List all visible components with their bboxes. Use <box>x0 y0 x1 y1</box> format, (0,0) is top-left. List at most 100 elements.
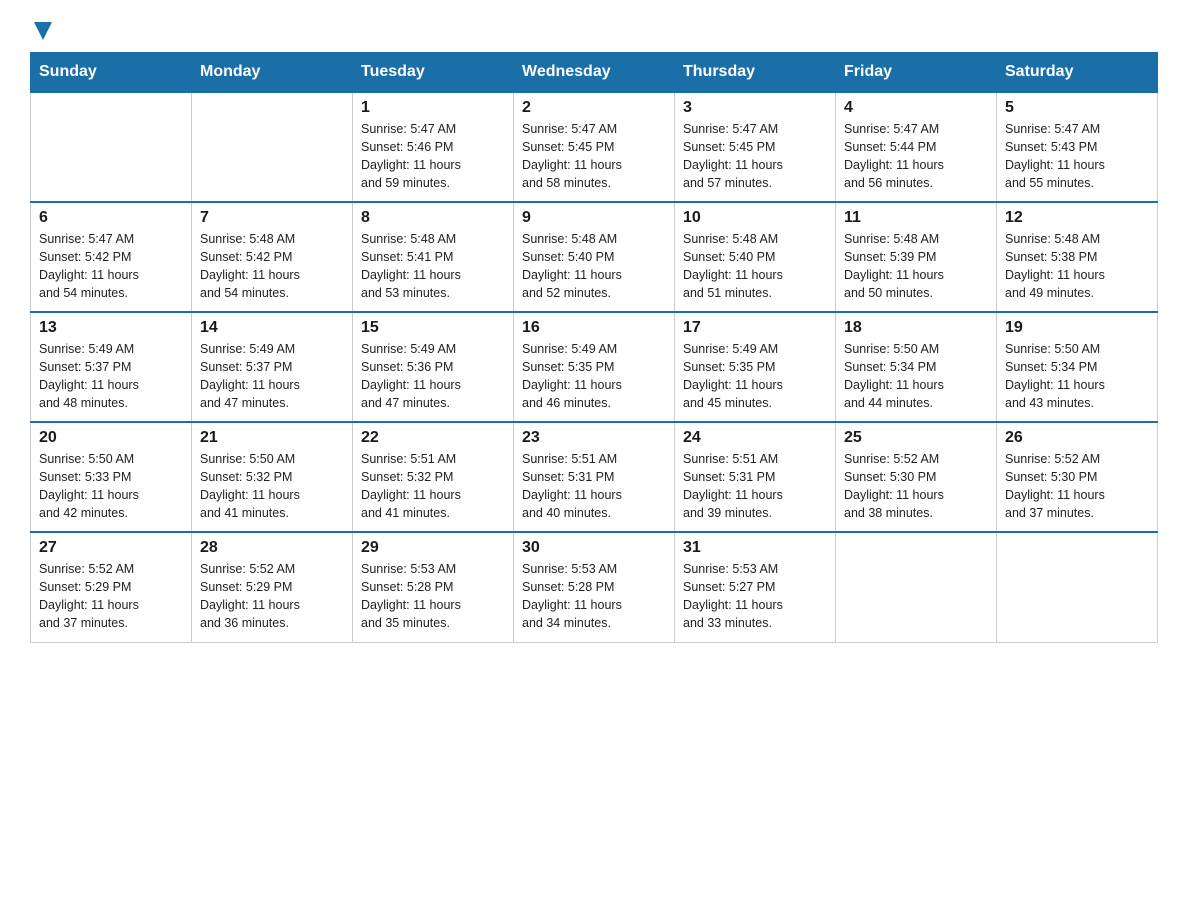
day-number: 15 <box>361 319 505 337</box>
day-number: 7 <box>200 209 344 227</box>
day-info: Sunrise: 5:50 AMSunset: 5:34 PMDaylight:… <box>1005 340 1149 413</box>
day-number: 14 <box>200 319 344 337</box>
day-number: 10 <box>683 209 827 227</box>
calendar-cell: 4Sunrise: 5:47 AMSunset: 5:44 PMDaylight… <box>836 92 997 202</box>
day-of-week-header: Monday <box>192 53 353 93</box>
logo <box>30 20 54 42</box>
day-info: Sunrise: 5:49 AMSunset: 5:37 PMDaylight:… <box>200 340 344 413</box>
day-info: Sunrise: 5:52 AMSunset: 5:29 PMDaylight:… <box>39 560 183 633</box>
day-info: Sunrise: 5:51 AMSunset: 5:31 PMDaylight:… <box>683 450 827 523</box>
day-info: Sunrise: 5:48 AMSunset: 5:41 PMDaylight:… <box>361 230 505 303</box>
day-number: 17 <box>683 319 827 337</box>
calendar-cell: 10 Sunrise: 5:48 AMSunset: 5:40 PMDayligh… <box>675 202 836 312</box>
calendar-cell: 12 Sunrise: 5:48 AMSunset: 5:38 PMDayligh… <box>997 202 1158 312</box>
day-info: Sunrise: 5:52 AMSunset: 5:30 PMDaylight:… <box>1005 450 1149 523</box>
calendar-cell: 27 Sunrise: 5:52 AMSunset: 5:29 PMDayligh… <box>31 532 192 642</box>
day-info: Sunrise: 5:48 AMSunset: 5:40 PMDaylight:… <box>683 230 827 303</box>
day-info: Sunrise: 5:52 AMSunset: 5:29 PMDaylight:… <box>200 560 344 633</box>
week-row: 6 Sunrise: 5:47 AMSunset: 5:42 PMDaylight… <box>31 202 1158 312</box>
calendar-cell: 29 Sunrise: 5:53 AMSunset: 5:28 PMDayligh… <box>353 532 514 642</box>
logo-arrow-icon <box>32 20 54 42</box>
day-info: Sunrise: 5:47 AMSunset: 5:42 PMDaylight:… <box>39 230 183 303</box>
day-number: 31 <box>683 539 827 557</box>
day-info: Sunrise: 5:49 AMSunset: 5:36 PMDaylight:… <box>361 340 505 413</box>
day-number: 21 <box>200 429 344 447</box>
calendar-cell: 15 Sunrise: 5:49 AMSunset: 5:36 PMDayligh… <box>353 312 514 422</box>
day-number: 25 <box>844 429 988 447</box>
day-info: Sunrise: 5:53 AMSunset: 5:28 PMDaylight:… <box>361 560 505 633</box>
calendar-cell: 21 Sunrise: 5:50 AMSunset: 5:32 PMDayligh… <box>192 422 353 532</box>
day-of-week-header: Saturday <box>997 53 1158 93</box>
day-number: 22 <box>361 429 505 447</box>
calendar-cell: 18 Sunrise: 5:50 AMSunset: 5:34 PMDayligh… <box>836 312 997 422</box>
day-info: Sunrise: 5:47 AMSunset: 5:43 PMDaylight:… <box>1005 120 1149 193</box>
day-number: 13 <box>39 319 183 337</box>
calendar-cell: 22Sunrise: 5:51 AMSunset: 5:32 PMDayligh… <box>353 422 514 532</box>
day-info: Sunrise: 5:48 AMSunset: 5:38 PMDaylight:… <box>1005 230 1149 303</box>
day-info: Sunrise: 5:49 AMSunset: 5:35 PMDaylight:… <box>683 340 827 413</box>
calendar-cell: 31 Sunrise: 5:53 AMSunset: 5:27 PMDayligh… <box>675 532 836 642</box>
day-number: 29 <box>361 539 505 557</box>
calendar-cell <box>836 532 997 642</box>
day-of-week-header: Friday <box>836 53 997 93</box>
week-row: 1 Sunrise: 5:47 AMSunset: 5:46 PMDaylight… <box>31 92 1158 202</box>
week-row: 27 Sunrise: 5:52 AMSunset: 5:29 PMDayligh… <box>31 532 1158 642</box>
day-number: 23 <box>522 429 666 447</box>
day-info: Sunrise: 5:47 AMSunset: 5:45 PMDaylight:… <box>683 120 827 193</box>
day-info: Sunrise: 5:51 AMSunset: 5:31 PMDaylight:… <box>522 450 666 523</box>
day-number: 8 <box>361 209 505 227</box>
day-info: Sunrise: 5:48 AMSunset: 5:42 PMDaylight:… <box>200 230 344 303</box>
day-number: 9 <box>522 209 666 227</box>
day-number: 4 <box>844 99 988 117</box>
day-number: 18 <box>844 319 988 337</box>
calendar-cell: 1 Sunrise: 5:47 AMSunset: 5:46 PMDaylight… <box>353 92 514 202</box>
calendar-cell: 24 Sunrise: 5:51 AMSunset: 5:31 PMDayligh… <box>675 422 836 532</box>
calendar-cell <box>192 92 353 202</box>
day-number: 27 <box>39 539 183 557</box>
calendar-cell: 11Sunrise: 5:48 AMSunset: 5:39 PMDayligh… <box>836 202 997 312</box>
calendar-cell <box>997 532 1158 642</box>
day-number: 16 <box>522 319 666 337</box>
day-info: Sunrise: 5:52 AMSunset: 5:30 PMDaylight:… <box>844 450 988 523</box>
day-info: Sunrise: 5:49 AMSunset: 5:37 PMDaylight:… <box>39 340 183 413</box>
day-number: 19 <box>1005 319 1149 337</box>
day-info: Sunrise: 5:48 AMSunset: 5:40 PMDaylight:… <box>522 230 666 303</box>
day-info: Sunrise: 5:48 AMSunset: 5:39 PMDaylight:… <box>844 230 988 303</box>
day-number: 12 <box>1005 209 1149 227</box>
calendar-cell: 9 Sunrise: 5:48 AMSunset: 5:40 PMDaylight… <box>514 202 675 312</box>
calendar-cell: 3 Sunrise: 5:47 AMSunset: 5:45 PMDaylight… <box>675 92 836 202</box>
day-number: 28 <box>200 539 344 557</box>
day-info: Sunrise: 5:49 AMSunset: 5:35 PMDaylight:… <box>522 340 666 413</box>
day-number: 26 <box>1005 429 1149 447</box>
calendar-cell: 14 Sunrise: 5:49 AMSunset: 5:37 PMDayligh… <box>192 312 353 422</box>
page-header <box>30 20 1158 42</box>
day-number: 3 <box>683 99 827 117</box>
day-info: Sunrise: 5:53 AMSunset: 5:27 PMDaylight:… <box>683 560 827 633</box>
calendar-cell: 17 Sunrise: 5:49 AMSunset: 5:35 PMDayligh… <box>675 312 836 422</box>
calendar-cell: 30Sunrise: 5:53 AMSunset: 5:28 PMDayligh… <box>514 532 675 642</box>
calendar-cell: 5Sunrise: 5:47 AMSunset: 5:43 PMDaylight… <box>997 92 1158 202</box>
day-number: 24 <box>683 429 827 447</box>
day-info: Sunrise: 5:50 AMSunset: 5:33 PMDaylight:… <box>39 450 183 523</box>
day-number: 1 <box>361 99 505 117</box>
day-info: Sunrise: 5:47 AMSunset: 5:46 PMDaylight:… <box>361 120 505 193</box>
calendar-cell: 19 Sunrise: 5:50 AMSunset: 5:34 PMDayligh… <box>997 312 1158 422</box>
day-of-week-header: Sunday <box>31 53 192 93</box>
calendar-cell <box>31 92 192 202</box>
day-info: Sunrise: 5:47 AMSunset: 5:45 PMDaylight:… <box>522 120 666 193</box>
calendar-cell: 26 Sunrise: 5:52 AMSunset: 5:30 PMDayligh… <box>997 422 1158 532</box>
day-number: 2 <box>522 99 666 117</box>
day-info: Sunrise: 5:53 AMSunset: 5:28 PMDaylight:… <box>522 560 666 633</box>
calendar-cell: 8 Sunrise: 5:48 AMSunset: 5:41 PMDaylight… <box>353 202 514 312</box>
day-number: 6 <box>39 209 183 227</box>
calendar-cell: 6 Sunrise: 5:47 AMSunset: 5:42 PMDaylight… <box>31 202 192 312</box>
day-info: Sunrise: 5:50 AMSunset: 5:34 PMDaylight:… <box>844 340 988 413</box>
day-info: Sunrise: 5:50 AMSunset: 5:32 PMDaylight:… <box>200 450 344 523</box>
day-number: 20 <box>39 429 183 447</box>
calendar-cell: 16 Sunrise: 5:49 AMSunset: 5:35 PMDayligh… <box>514 312 675 422</box>
calendar-cell: 2 Sunrise: 5:47 AMSunset: 5:45 PMDaylight… <box>514 92 675 202</box>
day-of-week-header: Wednesday <box>514 53 675 93</box>
calendar-cell: 13 Sunrise: 5:49 AMSunset: 5:37 PMDayligh… <box>31 312 192 422</box>
day-of-week-header: Tuesday <box>353 53 514 93</box>
calendar-cell: 7 Sunrise: 5:48 AMSunset: 5:42 PMDaylight… <box>192 202 353 312</box>
